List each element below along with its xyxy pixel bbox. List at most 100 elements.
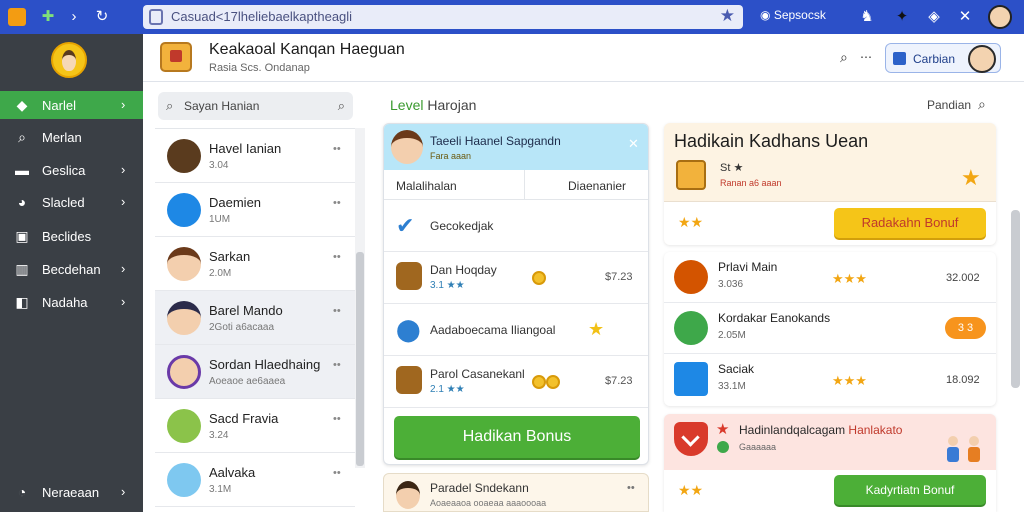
game-icon[interactable]: ✦ [892, 7, 912, 27]
list-item[interactable]: ⬤ Aadaboecama Iliangoal ★ [384, 304, 648, 356]
avatar [674, 260, 708, 294]
level-card-subtitle: Fara aaan [430, 151, 472, 161]
list-item[interactable]: Sacd Fravia 3.24 •• [155, 399, 355, 453]
star-icon: ★ [716, 421, 730, 438]
user-avatar[interactable] [988, 5, 1012, 29]
promo-card: ★ Hadinlandqalcagam Hanlakato Gaaaaaa ★★… [664, 414, 996, 512]
bear-icon [396, 366, 422, 394]
address-bar[interactable]: Casuad<17lheliebaelkaptheagli ★ [143, 5, 743, 29]
more-icon[interactable]: •• [333, 197, 341, 209]
list-item[interactable]: Sarkan 2.0M •• [155, 237, 355, 291]
search-icon[interactable]: ⌕ [840, 49, 848, 66]
folder-icon: ▣ [15, 228, 29, 244]
shield-icon[interactable]: ◈ [924, 7, 944, 27]
level-card-header: Taeeli Haanel Sapgandn Fara aaan ✕ [384, 124, 648, 170]
sidebar-item-geslica[interactable]: ▬ Geslica › [0, 156, 143, 184]
list-item[interactable]: Daemien 1UM •• [155, 183, 355, 237]
avatar [391, 130, 423, 164]
reward-action-strip: ★★ Radakahn Bonuf [664, 201, 996, 245]
sidebar-item-beclides[interactable]: ▣ Beclides [0, 222, 143, 250]
list-item[interactable]: Sordan Hlaedhaing Aoeaoe ae6aaea •• [155, 345, 355, 399]
contact-meta: 3.1M [209, 484, 232, 495]
more-icon[interactable]: •• [333, 359, 341, 371]
back-icon[interactable]: › [64, 7, 84, 27]
list-item[interactable]: Kordakar Eanokands 2.05M 3 3 [664, 303, 996, 354]
app-icon[interactable] [8, 8, 26, 26]
list-item[interactable]: Dan Hoqday 3.1 ★★ $7.23 [384, 252, 648, 304]
sidebar-item-slacled[interactable]: ◕ Slacled › [0, 188, 143, 216]
location-pin-icon: ⬤ [396, 317, 421, 342]
puzzle-icon[interactable]: ♞ [857, 7, 877, 27]
sidebar-item-nadaha[interactable]: ◧ Nadaha › [0, 288, 143, 316]
redeem-bonus-button[interactable]: Radakahn Bonuf [834, 208, 986, 238]
sidebar-item-merlan[interactable]: ⌕ Merlan [0, 123, 143, 151]
avatar [167, 247, 201, 281]
close-icon[interactable]: ✕ [955, 7, 975, 27]
contact-name: Sordan Hlaedhaing [209, 357, 321, 372]
more-icon[interactable]: •• [333, 413, 341, 425]
extension-icon[interactable]: ✚ [38, 7, 58, 27]
search-icon: ⌕ [166, 98, 174, 113]
checkbox-icon [893, 52, 906, 65]
sidebar-item-label: Slacled [42, 195, 85, 210]
sidebar-item-becdehan[interactable]: ▥ Becdehan › [0, 255, 143, 283]
page-title: Keakaoal Kanqan Haeguan [209, 41, 405, 58]
list-item[interactable]: ✔ Gecokedjak [384, 200, 648, 252]
chevron-right-icon: › [121, 97, 126, 112]
search-icon[interactable]: ⌕ [978, 96, 986, 113]
contact-name: Barel Mando [209, 303, 283, 318]
puzzle-icon: ◕ [17, 194, 27, 210]
promo-action-strip: ★★ Kadyrtiatn Bonuf [664, 470, 996, 512]
list-item[interactable]: Aalvaka 3.1M •• [155, 453, 355, 507]
page-scrollbar[interactable] [1011, 210, 1020, 388]
chevron-right-icon: › [121, 294, 126, 309]
close-icon[interactable]: ✕ [628, 136, 639, 152]
right-header-label[interactable]: Pandian [927, 98, 971, 112]
item-label: Aadaboecama Iliangoal [430, 323, 556, 337]
more-icon[interactable]: •• [627, 482, 635, 494]
search-submit-icon[interactable]: ⌕ [338, 98, 345, 114]
search-input[interactable]: ⌕ Sayan Hanian ⌕ [158, 92, 353, 120]
tab-left[interactable]: Malalihalan [396, 179, 457, 193]
promo-title-accent: Hanlakato [848, 423, 903, 437]
more-icon[interactable]: •• [333, 251, 341, 263]
promo-bonus-button[interactable]: Kadyrtiatn Bonuf [834, 475, 986, 505]
sidebar-item-label: Beclides [42, 229, 92, 244]
list-item[interactable]: Parol Casanekanl 2.1 ★★ $7.23 [384, 356, 648, 408]
level-heading: Level Harojan [390, 97, 476, 113]
reload-icon[interactable]: ↻ [92, 7, 112, 27]
list-item[interactable]: Saciak 33.1M ★★★ 18.092 [664, 354, 996, 405]
profile-chip[interactable]: ◉ Sepsocsk [760, 8, 826, 22]
app-logo [160, 42, 192, 72]
main-app: Keakaoal Kanqan Haeguan Rasia Scs. Ondan… [143, 34, 1024, 512]
sidebar-item-narlel[interactable]: ◆ Narlel › [0, 91, 143, 119]
contact-name: Daemien [209, 195, 262, 210]
status-badge[interactable]: 3 3 [945, 317, 986, 339]
menu-icon[interactable]: ⋯ [860, 50, 872, 64]
more-icon[interactable]: •• [333, 305, 341, 317]
kids-icon [947, 436, 980, 462]
reward-panel: Hadikain Kadhans Uean St ★ Ranan a6 aaan… [664, 123, 996, 245]
sidebar-item-neraeaan[interactable]: ◔ Neraeaan › [0, 478, 143, 506]
check-badge-icon [167, 193, 201, 227]
chest-icon [167, 409, 201, 443]
scrollbar-thumb[interactable] [356, 252, 364, 466]
sidebar: ◆ Narlel › ⌕ Merlan ▬ Geslica › ◕ Slacle… [0, 34, 143, 512]
contact-list: Havel Ianian 3.04 •• Daemien 1UM •• Sark… [155, 128, 355, 512]
header-account-button[interactable]: Carbian [885, 43, 1001, 73]
list-item[interactable]: Barel Mando 2Goti a6acaaa •• [155, 291, 355, 345]
chevron-right-icon: › [121, 162, 126, 177]
bookmark-star-icon[interactable]: ★ [720, 6, 735, 26]
tab-right[interactable]: Diaenanier [568, 179, 626, 193]
item-label: Dan Hoqday [430, 263, 497, 277]
sidebar-avatar[interactable] [51, 42, 87, 78]
claim-bonus-button[interactable]: Hadikan Bonus [394, 416, 640, 458]
checkmark-icon: ✔ [396, 213, 415, 238]
ranking-name: Prlavi Main [718, 260, 778, 274]
more-icon[interactable]: •• [333, 143, 341, 155]
contact-name: Aalvaka [209, 465, 256, 480]
level-card-secondary[interactable]: Paradel Sndekann Aoaeaaoa ooaeaa aaaoooa… [383, 473, 649, 512]
list-item[interactable]: Prlavi Main 3.036 ★★★ 32.002 [664, 252, 996, 303]
list-item[interactable]: Havel Ianian 3.04 •• [155, 129, 355, 183]
more-icon[interactable]: •• [333, 467, 341, 479]
